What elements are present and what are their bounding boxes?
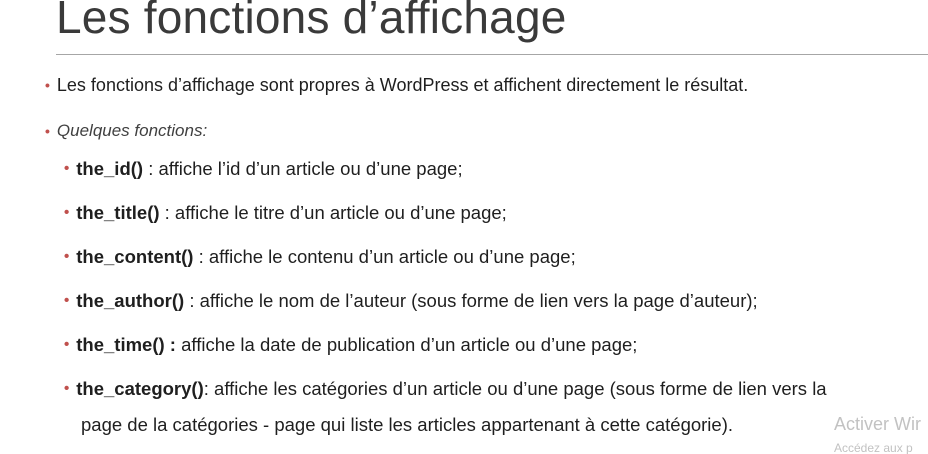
function-name: the_title(): [76, 202, 160, 223]
bullet-icon: •: [64, 204, 70, 221]
function-description: : affiche le titre d’un article ou d’une…: [159, 202, 507, 223]
bullet-icon: •: [45, 123, 50, 139]
function-description: : affiche le contenu d’un article ou d’u…: [193, 246, 576, 267]
bullet-icon: •: [64, 248, 70, 265]
function-item-the-content: • the_content() : affiche le contenu d’u…: [64, 246, 576, 268]
title-divider: [56, 54, 928, 55]
activation-watermark-subtext: Accédez aux p: [834, 441, 913, 454]
subheading-text: Quelques fonctions:: [56, 121, 208, 140]
activation-watermark: Activer Wir: [834, 414, 921, 434]
bullet-icon: •: [45, 77, 50, 93]
function-description: : affiche le nom de l’auteur (sous forme…: [184, 290, 758, 311]
function-name: the_time() :: [76, 334, 176, 355]
bullet-icon: •: [64, 160, 70, 177]
intro-bullet: • Les fonctions d’affichage sont propres…: [45, 75, 748, 96]
subheading-bullet: • Quelques fonctions:: [45, 121, 207, 141]
function-name: the_id(): [76, 158, 144, 179]
function-item-the-title: • the_title() : affiche le titre d’un ar…: [64, 202, 507, 224]
function-description-continuation: page de la catégories - page qui liste l…: [81, 414, 734, 435]
function-item-the-author: • the_author() : affiche le nom de l’aut…: [64, 290, 758, 312]
bullet-icon: •: [64, 292, 70, 309]
bullet-icon: •: [64, 336, 70, 353]
function-item-the-category: • the_category(): affiche les catégories…: [64, 378, 827, 400]
function-item-the-time: • the_time() : affiche la date de public…: [64, 334, 637, 356]
slide: Les fonctions d’affichage • Les fonction…: [0, 0, 928, 454]
function-description: : affiche les catégories d’un article ou…: [203, 378, 827, 399]
function-description: affiche la date de publication d’un arti…: [175, 334, 638, 355]
slide-title: Les fonctions d’affichage: [56, 0, 567, 43]
function-name: the_author(): [76, 290, 185, 311]
function-name: the_content(): [76, 246, 194, 267]
function-item-the-id: • the_id() : affiche l’id d’un article o…: [64, 158, 463, 180]
function-name: the_category(): [76, 378, 204, 399]
function-description: : affiche l’id d’un article ou d’une pag…: [143, 158, 463, 179]
bullet-icon: •: [64, 380, 70, 397]
intro-text: Les fonctions d’affichage sont propres à…: [56, 75, 749, 95]
